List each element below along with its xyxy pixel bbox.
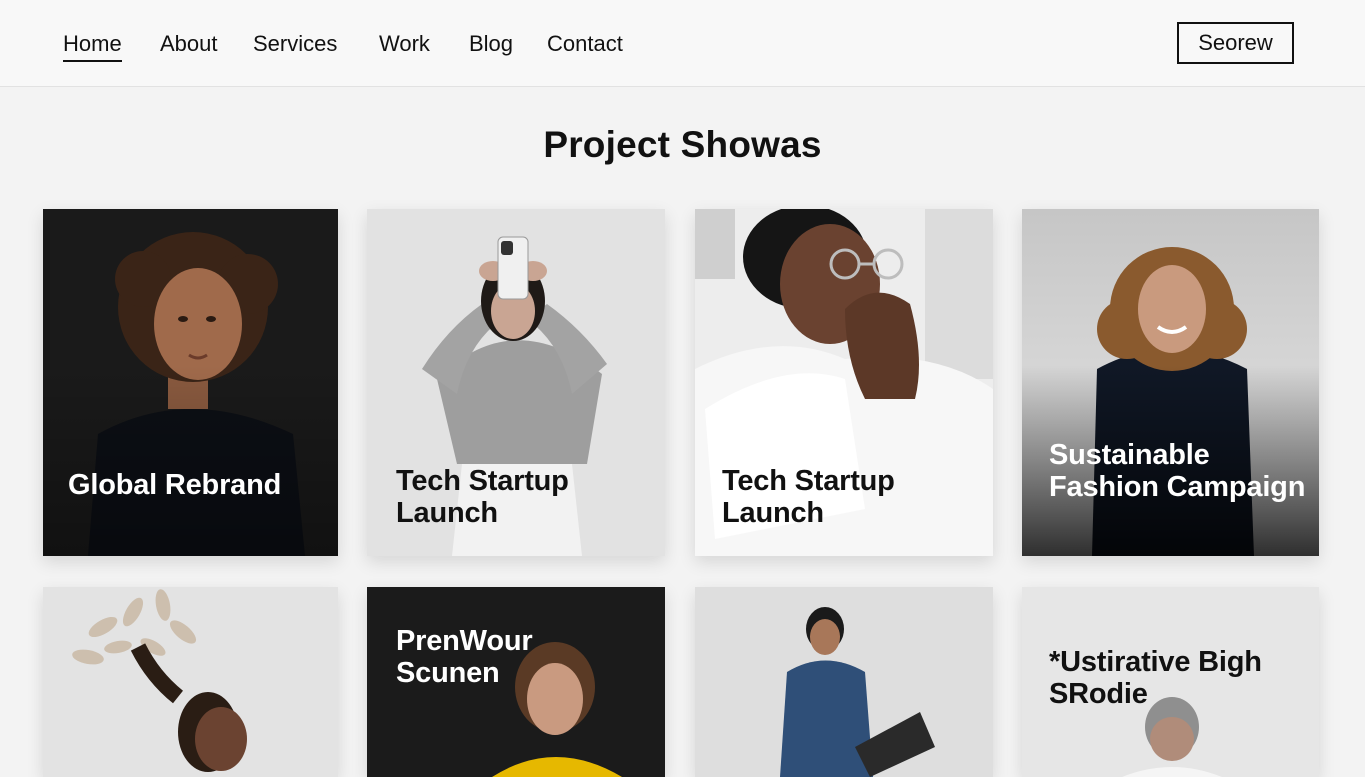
project-card-title: Global Rebrand	[68, 469, 282, 501]
project-card-sustainable-fashion[interactable]: Sustainable Fashion Campaign	[1022, 209, 1319, 556]
project-card-global-rebrand[interactable]: Global Rebrand	[43, 209, 338, 556]
man-denim-laptop-image	[695, 587, 993, 777]
nav-work[interactable]: Work	[379, 30, 430, 58]
project-card-ustirative[interactable]: *Ustirative Bigh SRodie	[1022, 587, 1319, 777]
site-header: Home About Services Work Blog Contact Se…	[0, 0, 1365, 87]
project-card-7[interactable]	[695, 587, 993, 777]
project-card-5[interactable]	[43, 587, 338, 777]
project-card-tech-startup-1[interactable]: Tech Startup Launch	[367, 209, 665, 556]
project-card-tech-startup-2[interactable]: Tech Startup Launch	[695, 209, 993, 556]
nav-contact[interactable]: Contact	[547, 30, 623, 58]
woman-feather-headdress-image	[43, 587, 338, 777]
project-card-title: Tech Startup Launch	[396, 465, 569, 529]
nav-services[interactable]: Services	[253, 30, 337, 58]
project-card-title: *Ustirative Bigh SRodie	[1049, 646, 1262, 710]
card-overlay	[43, 365, 338, 556]
project-card-title: Tech Startup Launch	[722, 465, 895, 529]
nav-about[interactable]: About	[160, 30, 218, 58]
project-card-prenwour[interactable]: PrenWour Scunen	[367, 587, 665, 777]
project-card-title: PrenWour Scunen	[396, 625, 533, 689]
page-title: Project Showas	[543, 124, 822, 165]
header-cta-button[interactable]: Seorew	[1177, 22, 1294, 64]
project-card-title: Sustainable Fashion Campaign	[1049, 439, 1306, 503]
nav-blog[interactable]: Blog	[469, 30, 513, 58]
nav-home[interactable]: Home	[63, 30, 122, 62]
